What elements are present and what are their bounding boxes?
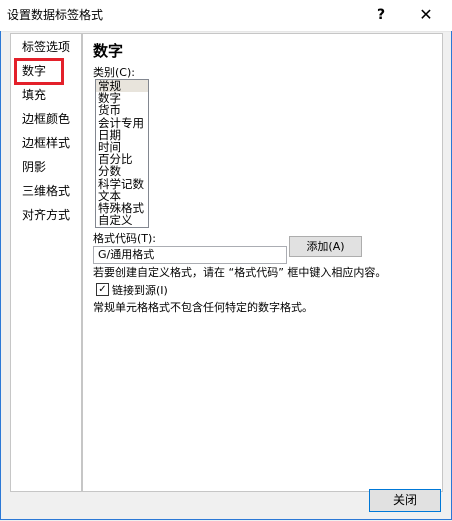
sidebar-item-shadow[interactable]: 阴影 bbox=[22, 157, 46, 177]
link-to-source-checkbox[interactable]: ✓ bbox=[96, 283, 109, 296]
close-window-button[interactable]: ✕ bbox=[408, 4, 444, 26]
sidebar-item-label-options[interactable]: 标签选项 bbox=[22, 37, 70, 57]
category-list[interactable]: 常规 数字 货币 会计专用 日期 时间 百分比 分数 科学记数 文本 特殊格式 … bbox=[95, 79, 149, 228]
category-item[interactable]: 会计专用 bbox=[96, 116, 148, 129]
category-item[interactable]: 自定义 bbox=[96, 214, 148, 226]
title-bar: 设置数据标签格式 ? ✕ bbox=[0, 0, 452, 32]
sidebar-item-border-color[interactable]: 边框颜色 bbox=[22, 109, 70, 129]
sidebar-item-border-style[interactable]: 边框样式 bbox=[22, 133, 70, 153]
sidebar-item-number[interactable]: 数字 bbox=[22, 61, 46, 81]
close-button[interactable]: 关闭 bbox=[369, 489, 441, 512]
format-code-label: 格式代码(T): bbox=[93, 232, 157, 245]
category-item[interactable]: 分数 bbox=[96, 165, 148, 177]
sidebar-item-3d-format[interactable]: 三维格式 bbox=[22, 181, 70, 201]
category-item[interactable]: 科学记数 bbox=[96, 177, 148, 190]
number-panel: 数字 类别(C): 常规 数字 货币 会计专用 日期 时间 百分比 分数 科学记… bbox=[82, 33, 443, 492]
window-title: 设置数据标签格式 bbox=[7, 8, 104, 22]
sidebar: 标签选项 数字 填充 边框颜色 边框样式 阴影 三维格式 对齐方式 bbox=[10, 33, 82, 492]
panel-heading: 数字 bbox=[93, 42, 124, 60]
sidebar-item-alignment[interactable]: 对齐方式 bbox=[22, 205, 70, 225]
format-description: 常规单元格格式不包含任何特定的数字格式。 bbox=[93, 301, 313, 314]
category-label: 类别(C): bbox=[93, 66, 135, 79]
category-item[interactable]: 货币 bbox=[96, 104, 148, 116]
add-button[interactable]: 添加(A) bbox=[289, 236, 362, 257]
help-button[interactable]: ? bbox=[366, 4, 396, 26]
sidebar-item-fill[interactable]: 填充 bbox=[22, 85, 46, 105]
format-code-input[interactable]: G/通用格式 bbox=[93, 246, 287, 264]
checkmark-icon: ✓ bbox=[98, 284, 107, 295]
format-hint: 若要创建自定义格式，请在 “格式代码” 框中键入相应内容。 bbox=[93, 266, 387, 279]
link-to-source-label[interactable]: 链接到源(I) bbox=[112, 282, 168, 298]
